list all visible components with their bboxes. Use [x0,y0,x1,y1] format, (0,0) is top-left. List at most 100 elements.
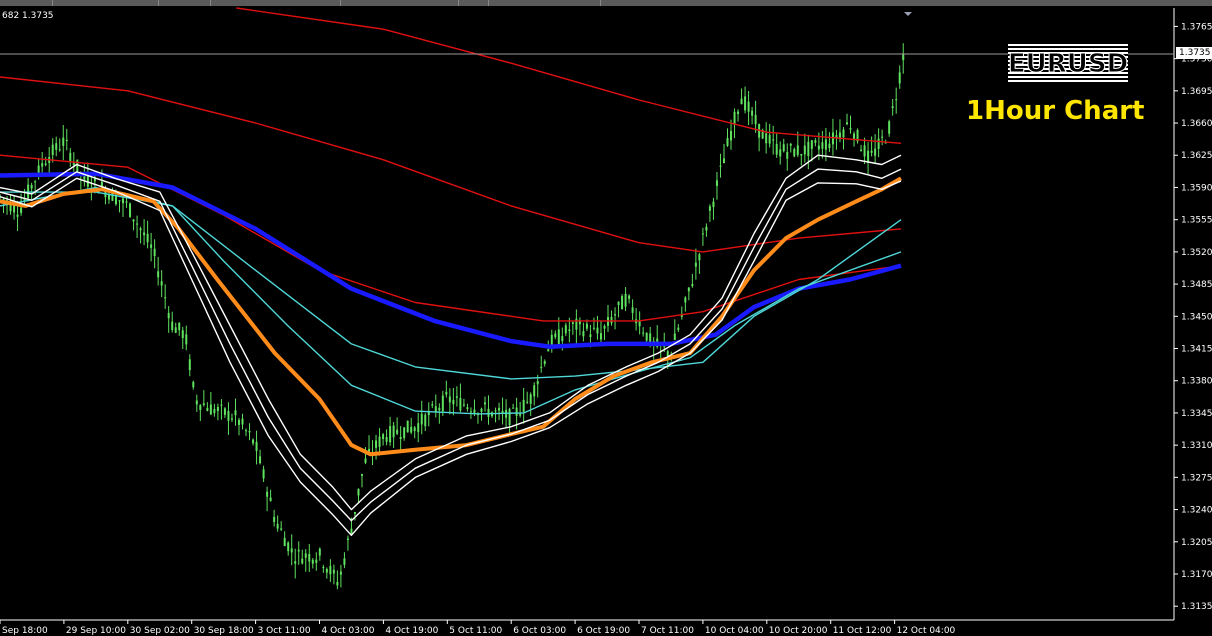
candle-body [174,327,177,333]
candle-body [417,423,420,433]
candle-body [888,121,891,134]
candle-body [357,488,360,496]
candle-body [403,427,406,439]
candle-body [297,549,300,552]
candle-body [512,407,515,409]
candle-body [621,296,624,310]
candle-body [378,436,381,447]
candle-body [817,145,820,150]
candle-body [431,404,434,406]
candle-body [223,408,226,415]
candle-body [730,130,733,141]
candle-body [241,418,244,425]
candle-body [318,548,321,556]
candle-body [617,301,620,306]
candle-body [687,287,690,292]
candle-body [406,420,409,433]
candle-body [287,542,290,552]
candle-body [375,440,378,448]
candle-body [628,295,631,299]
candle-body [385,437,388,442]
candle-body [754,114,757,125]
candle-body [473,409,476,414]
candle-body [132,219,135,222]
candle-body [382,434,385,439]
candle-body [853,133,856,139]
candle-body [20,207,23,213]
candle-body [41,163,44,167]
candle-body [62,137,65,146]
candle-body [603,325,606,329]
candle-body [744,96,747,111]
candle-body [845,122,848,125]
candle-body [343,558,346,565]
candle-body [16,214,19,217]
candle-body [469,411,472,413]
candle-body [160,281,163,286]
candle-body [188,359,191,371]
candle-body [642,332,645,334]
y-tick-label: 1.3170 [1181,570,1212,580]
candle-body [192,381,195,388]
y-tick-label: 1.3765 [1181,22,1212,32]
candle-body [589,334,592,337]
candle-body [898,72,901,84]
candle-body [860,149,863,151]
ma-line-1 [236,7,902,144]
candle-body [564,325,567,334]
candle-body [786,151,789,159]
candle-body [596,327,599,334]
x-tick-label: Sep 18:00 [2,626,48,636]
candle-body [164,297,167,299]
candle-body [673,333,676,341]
y-tick-label: 1.3415 [1181,345,1212,355]
candle-body [677,327,680,330]
candle-body [325,569,328,573]
candle-body [157,271,160,278]
x-tick-label: 10 Oct 20:00 [769,626,828,636]
candle-body [209,404,212,415]
candle-body [751,110,754,116]
candle-body [58,149,61,151]
chart-info-text: 682 1.3735 [2,11,54,21]
candle-body [466,407,469,410]
candle-body [515,407,518,416]
candle-body [360,474,363,476]
candle-body [902,53,905,61]
moving-averages-layer [0,7,902,536]
candle-body [339,571,342,575]
candle-body [420,413,423,425]
candle-body [280,528,283,530]
x-tick-label: 6 Oct 03:00 [513,626,566,636]
candle-body [508,409,511,426]
candle-body [722,158,725,164]
candle-body [554,333,557,338]
candle-body [715,180,718,186]
candle-body [480,408,483,412]
candle-body [273,516,276,523]
candle-body [585,323,588,329]
x-tick-label: 29 Sep 10:00 [66,626,126,636]
candle-body [624,293,627,307]
candle-body [178,322,181,331]
candle-body [438,407,441,411]
symbol-label-box: EURUSD [1007,44,1129,84]
candle-body [645,332,648,341]
candle-body [571,322,574,324]
candle-body [694,262,697,267]
candle-body [835,135,838,138]
y-tick-label: 1.3660 [1181,119,1212,129]
candle-body [234,410,237,416]
y-tick-label: 1.3695 [1181,87,1212,97]
candle-body [181,330,184,339]
candle-body [796,145,799,155]
candle-body [399,437,402,440]
candle-body [364,458,367,463]
candle-body [195,400,198,405]
candle-body [237,419,240,425]
y-tick-label: 1.3625 [1181,151,1212,161]
y-tick-label: 1.3345 [1181,409,1212,419]
candle-body [522,399,525,412]
candle-body [139,228,142,231]
y-tick-label: 1.3275 [1181,473,1212,483]
